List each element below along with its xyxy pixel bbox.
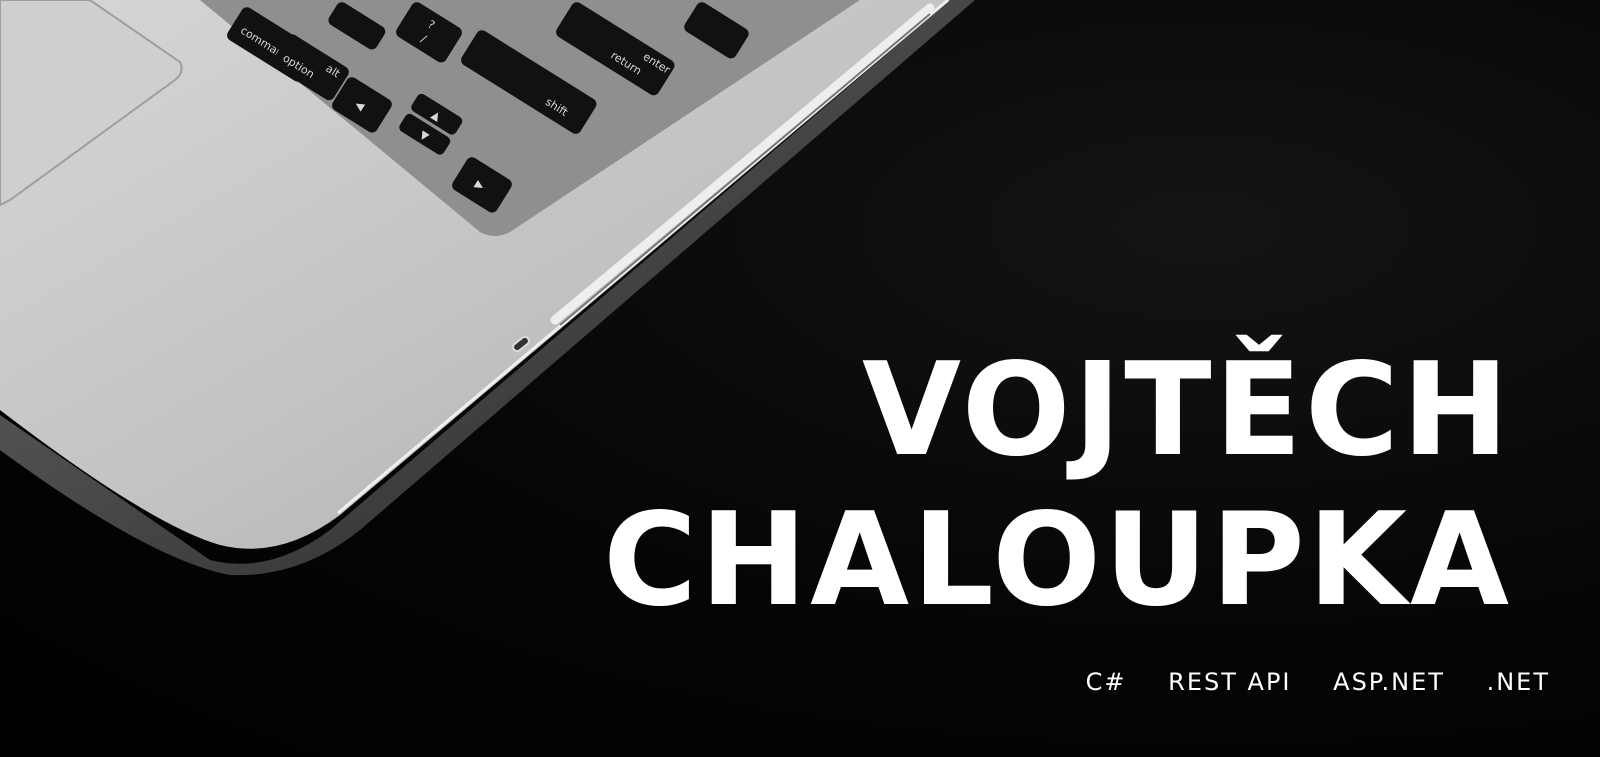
tag-rest-api: REST API — [1168, 668, 1292, 696]
tag-dotnet: .NET — [1486, 668, 1550, 696]
skill-tags: C# REST API ASP.NET .NET — [1054, 668, 1550, 696]
name-headline: VOJTĚCH CHALOUPKA — [603, 336, 1512, 636]
first-name: VOJTĚCH — [861, 336, 1512, 485]
last-name: CHALOUPKA — [603, 486, 1512, 635]
tag-aspnet: ASP.NET — [1333, 668, 1445, 696]
tag-csharp: C# — [1085, 668, 1127, 696]
banner: command option alt ◀ ▲ ▼ ▶ ? / shift ret… — [0, 0, 1600, 757]
